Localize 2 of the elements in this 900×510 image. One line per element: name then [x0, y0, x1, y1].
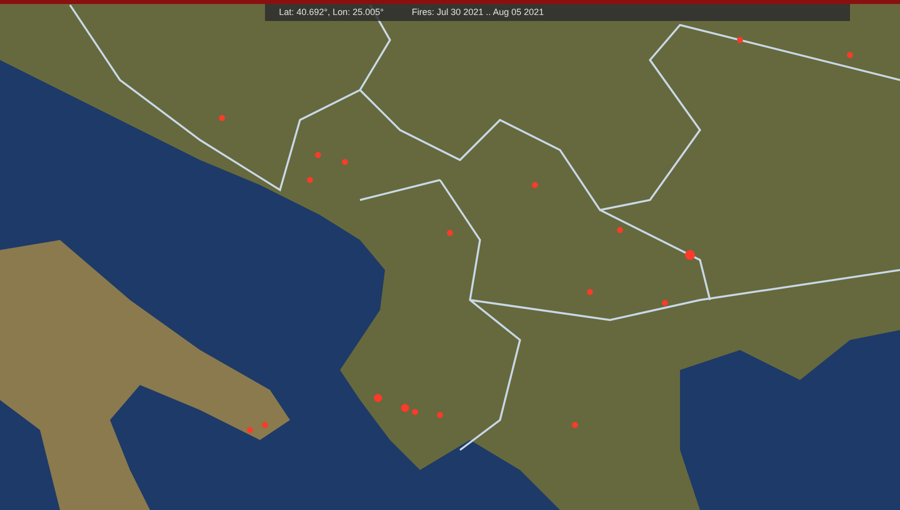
fire-dates-text: Fires: Jul 30 2021 .. Aug 05 2021	[412, 6, 544, 19]
coordinates-text: Lat: 40.692°, Lon: 25.005°	[279, 6, 384, 19]
